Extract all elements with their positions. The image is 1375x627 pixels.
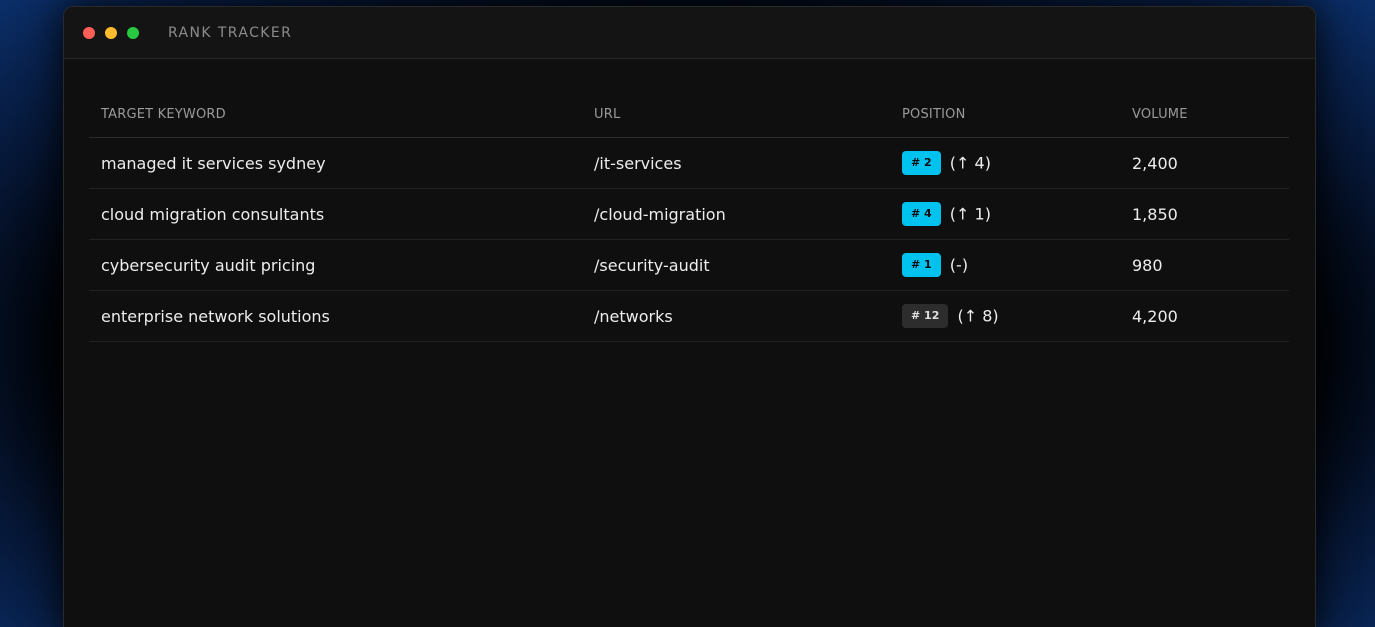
position-change: (↑ 1) xyxy=(949,204,991,224)
keyword-cell: cloud migration consultants xyxy=(89,188,582,240)
position-cell: # 12 (↑ 8) xyxy=(890,290,1120,342)
url-cell: /cloud-migration xyxy=(582,188,890,240)
volume-cell: 2,400 xyxy=(1120,137,1289,189)
window-title: RANK TRACKER xyxy=(168,24,293,41)
maximize-window-button[interactable] xyxy=(127,26,139,39)
position-change: (↑ 4) xyxy=(949,153,991,173)
url-cell: /networks xyxy=(582,290,890,342)
header-row: TARGET KEYWORD URL POSITION VOLUME xyxy=(89,91,1289,138)
keyword-cell: cybersecurity audit pricing xyxy=(89,239,582,291)
app-window: RANK TRACKER TARGET KEYWORD URL POSITION… xyxy=(63,6,1316,627)
volume-cell: 980 xyxy=(1120,239,1289,291)
table-row[interactable]: cybersecurity audit pricing /security-au… xyxy=(89,239,1289,291)
url-cell: /it-services xyxy=(582,137,890,189)
header-keyword[interactable]: TARGET KEYWORD xyxy=(89,91,582,138)
window-controls xyxy=(83,26,149,39)
keyword-cell: managed it services sydney xyxy=(89,137,582,189)
rank-table: TARGET KEYWORD URL POSITION VOLUME manag… xyxy=(89,91,1289,342)
position-badge: # 2 xyxy=(902,151,941,175)
table-body: managed it services sydney /it-services … xyxy=(89,137,1289,342)
header-volume[interactable]: VOLUME xyxy=(1120,91,1289,138)
table-row[interactable]: enterprise network solutions /networks #… xyxy=(89,290,1289,342)
minimize-window-button[interactable] xyxy=(105,26,117,39)
position-badge: # 1 xyxy=(902,253,941,277)
position-cell: # 4 (↑ 1) xyxy=(890,188,1120,240)
volume-cell: 4,200 xyxy=(1120,290,1289,342)
position-cell: # 2 (↑ 4) xyxy=(890,137,1120,189)
position-badge: # 4 xyxy=(902,202,941,226)
position-change: (-) xyxy=(949,255,969,275)
volume-cell: 1,850 xyxy=(1120,188,1289,240)
header-position[interactable]: POSITION xyxy=(890,91,1120,138)
table-row[interactable]: cloud migration consultants /cloud-migra… xyxy=(89,188,1289,240)
title-bar: RANK TRACKER xyxy=(64,7,1315,59)
position-change: (↑ 8) xyxy=(957,306,999,326)
table-header: TARGET KEYWORD URL POSITION VOLUME xyxy=(89,91,1289,138)
keyword-cell: enterprise network solutions xyxy=(89,290,582,342)
position-cell: # 1 (-) xyxy=(890,239,1120,291)
position-badge: # 12 xyxy=(902,304,949,328)
table-row[interactable]: managed it services sydney /it-services … xyxy=(89,137,1289,189)
close-window-button[interactable] xyxy=(83,26,95,39)
url-cell: /security-audit xyxy=(582,239,890,291)
rank-table-container: TARGET KEYWORD URL POSITION VOLUME manag… xyxy=(89,91,1289,342)
header-url[interactable]: URL xyxy=(582,91,890,138)
